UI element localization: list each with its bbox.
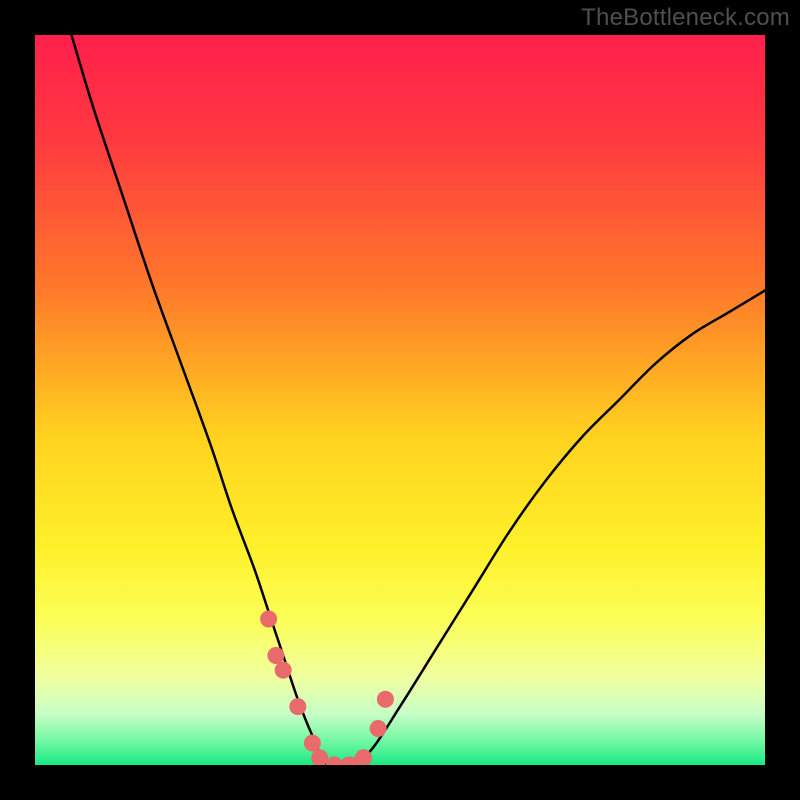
highlight-dot xyxy=(377,691,394,708)
plot-area xyxy=(35,35,765,765)
watermark-label: TheBottleneck.com xyxy=(581,4,790,32)
gradient-background xyxy=(35,35,765,765)
highlight-dot xyxy=(304,735,321,752)
highlight-dot xyxy=(275,662,292,679)
highlight-dot xyxy=(370,720,387,737)
highlight-dot xyxy=(289,698,306,715)
bottleneck-chart xyxy=(35,35,765,765)
chart-frame: TheBottleneck.com xyxy=(0,0,800,800)
highlight-dot xyxy=(267,647,284,664)
highlight-dot xyxy=(260,611,277,628)
